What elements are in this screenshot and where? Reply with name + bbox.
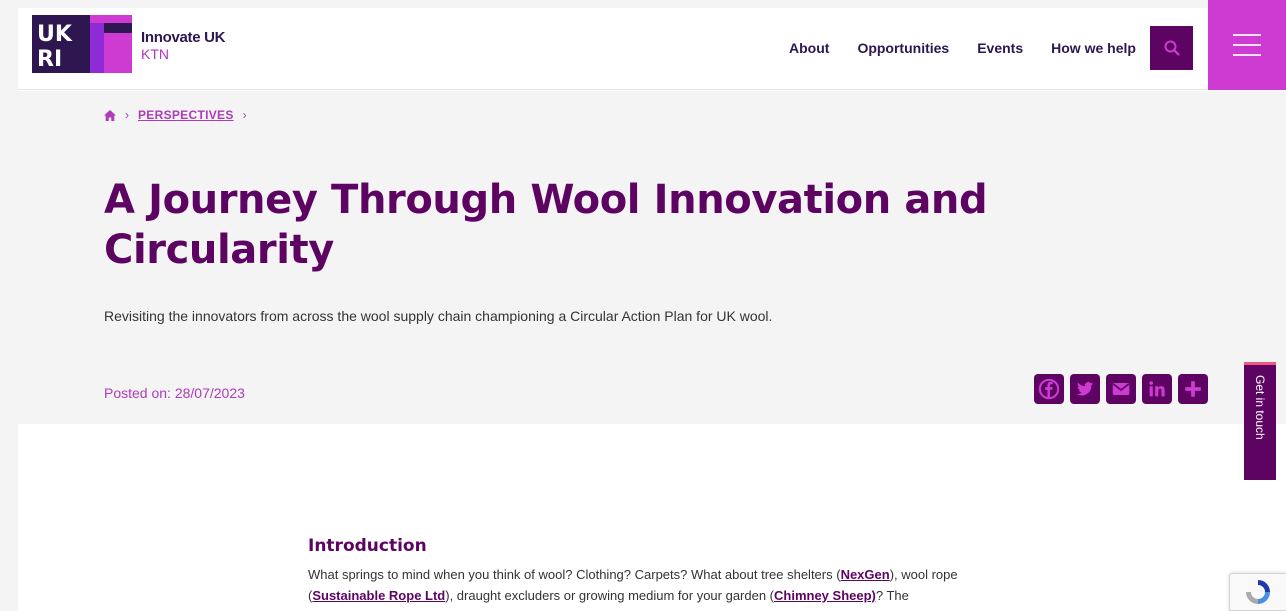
- page-title: A Journey Through Wool Innovation and Ci…: [104, 177, 988, 273]
- hamburger-icon: [1233, 34, 1261, 36]
- nav-how-we-help[interactable]: How we help: [1051, 40, 1136, 56]
- share-linkedin-button[interactable]: [1142, 374, 1172, 404]
- svg-text:RI: RI: [37, 47, 62, 72]
- nav-about[interactable]: About: [789, 40, 829, 56]
- hamburger-line: [1233, 44, 1261, 46]
- article-body: Introduction What springs to mind when y…: [308, 536, 1008, 606]
- brand-innovate-uk: Innovate UK: [141, 29, 226, 46]
- main-nav: About Opportunities Events How we help: [789, 40, 1136, 56]
- home-icon[interactable]: [104, 109, 116, 121]
- brand-ktn: KTN: [141, 46, 169, 62]
- section-heading-introduction: Introduction: [308, 536, 427, 556]
- posted-date: Posted on: 28/07/2023: [104, 385, 245, 401]
- breadcrumb-separator: ›: [242, 108, 247, 122]
- get-in-touch-tab[interactable]: Get in touch: [1244, 362, 1276, 480]
- text-fragment: What springs to mind when you think of w…: [308, 567, 841, 582]
- search-icon: [1164, 40, 1180, 56]
- linkedin-icon: [1149, 381, 1165, 397]
- breadcrumb-separator: ›: [125, 108, 129, 122]
- share-facebook-button[interactable]: [1034, 374, 1064, 404]
- hamburger-line: [1233, 54, 1261, 56]
- breadcrumb-perspectives[interactable]: PERSPECTIVES: [138, 108, 234, 122]
- facebook-icon: [1038, 378, 1060, 400]
- share-email-button[interactable]: [1106, 374, 1136, 404]
- intro-paragraph: What springs to mind when you think of w…: [308, 564, 1008, 606]
- plus-icon: [1185, 381, 1201, 397]
- link-sustainable-rope[interactable]: Sustainable Rope Ltd: [312, 588, 445, 603]
- breadcrumb: › PERSPECTIVES ›: [104, 108, 247, 122]
- share-more-button[interactable]: [1178, 374, 1208, 404]
- article-summary: Revisiting the innovators from across th…: [104, 308, 773, 324]
- recaptcha-badge[interactable]: [1229, 573, 1286, 611]
- nav-opportunities[interactable]: Opportunities: [857, 40, 949, 56]
- twitter-icon: [1076, 382, 1094, 396]
- email-icon: [1112, 383, 1130, 395]
- ukri-logo[interactable]: UK RI: [32, 15, 132, 73]
- text-fragment: ? The: [875, 588, 909, 603]
- site-header: UK RI Innovate UK KTN About Opportunitie…: [18, 0, 1286, 90]
- share-twitter-button[interactable]: [1070, 374, 1100, 404]
- brand-name[interactable]: Innovate UK KTN: [141, 29, 226, 63]
- menu-button[interactable]: [1208, 0, 1286, 90]
- recaptcha-icon: [1246, 580, 1270, 604]
- nav-events[interactable]: Events: [977, 40, 1023, 56]
- share-bar: [1034, 374, 1208, 404]
- link-nexgen[interactable]: NexGen: [841, 567, 890, 582]
- svg-text:UK: UK: [37, 22, 73, 47]
- get-in-touch-label: Get in touch: [1253, 375, 1267, 440]
- article-hero: › PERSPECTIVES › A Journey Through Wool …: [18, 91, 1286, 480]
- text-fragment: ), draught excluders or growing medium f…: [445, 588, 775, 603]
- search-button[interactable]: [1150, 26, 1193, 70]
- page: UK RI Innovate UK KTN About Opportunitie…: [18, 0, 1286, 611]
- link-chimney-sheep[interactable]: Chimney Sheep): [774, 588, 876, 603]
